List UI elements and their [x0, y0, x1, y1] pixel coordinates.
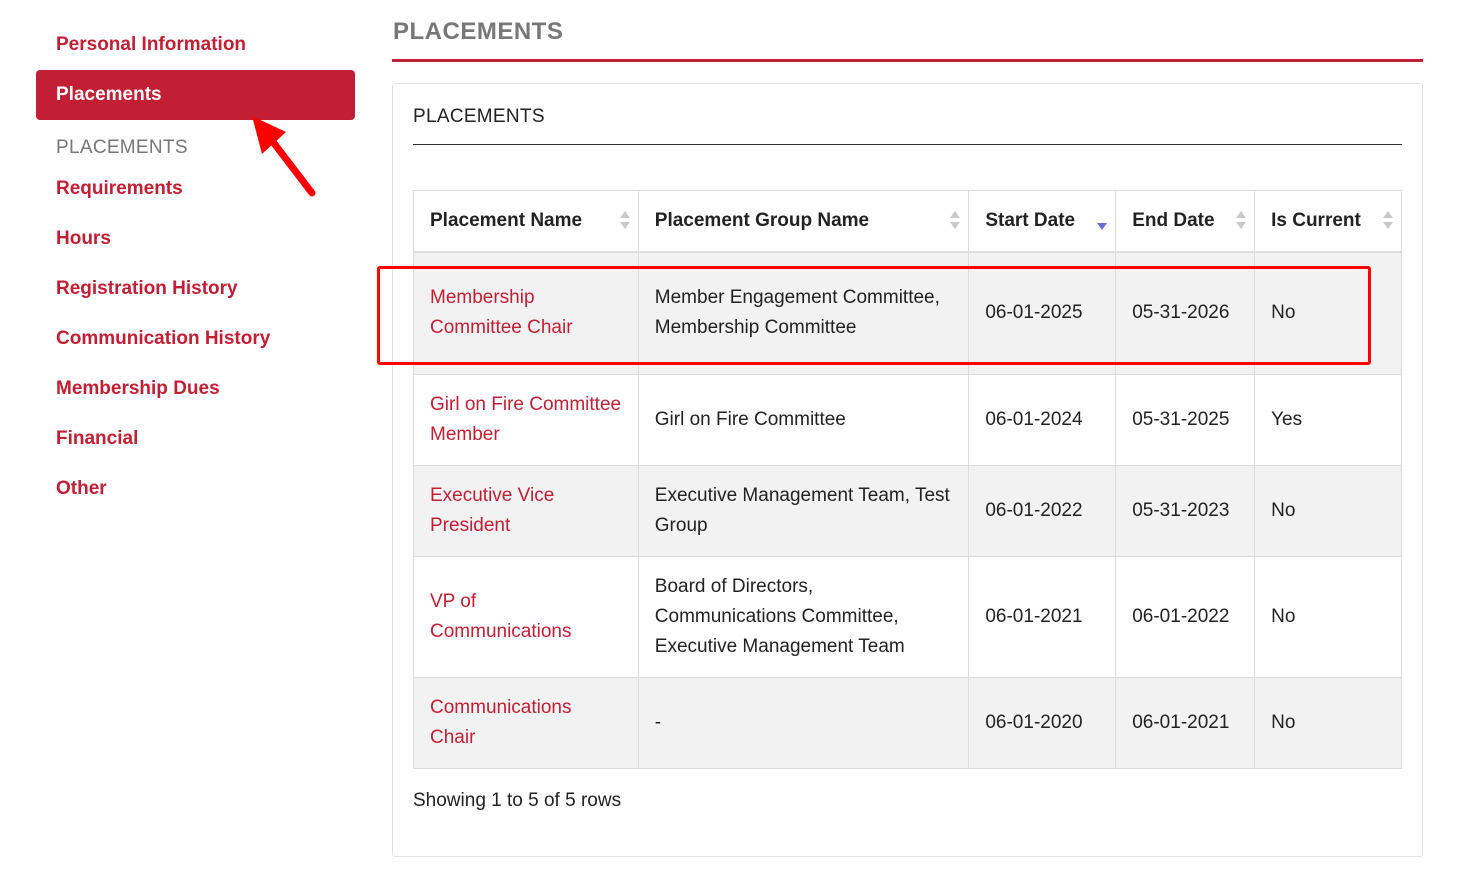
sort-icon	[1383, 211, 1393, 231]
sidebar-item-placements[interactable]: Placements	[36, 70, 355, 120]
start-date-cell: 06-01-2020	[968, 676, 1117, 769]
sidebar-section-label: PLACEMENTS	[56, 137, 188, 158]
end-date-cell: 05-31-2026	[1115, 251, 1256, 375]
end-date-cell: 05-31-2023	[1115, 464, 1256, 557]
placement-group-cell: -	[637, 676, 970, 769]
sidebar-item-other[interactable]: Other	[36, 470, 355, 520]
column-header-start-date[interactable]: Start Date	[968, 190, 1117, 253]
sort-icon	[619, 211, 630, 231]
table-row: Girl on Fire Committee Member Girl on Fi…	[413, 373, 1402, 466]
placement-group-cell: Executive Management Team, Test Group	[637, 464, 970, 557]
sort-desc-icon	[1097, 211, 1108, 231]
end-date-cell: 06-01-2022	[1115, 555, 1256, 678]
placement-name-link[interactable]: Membership Committee Chair	[413, 251, 639, 375]
sidebar-item-personal-information[interactable]: Personal Information	[36, 20, 355, 70]
sidebar-item-registration-history[interactable]: Registration History	[36, 270, 355, 320]
is-current-cell: No	[1254, 555, 1402, 678]
table-row: VP of Communications Board of Directors,…	[413, 555, 1402, 678]
is-current-cell: Yes	[1254, 373, 1402, 466]
column-header-label: Placement Group Name	[654, 210, 870, 231]
is-current-cell: No	[1254, 251, 1402, 375]
column-header-label: Start Date	[985, 210, 1076, 231]
sidebar-nav: Personal Information Placements PLACEMEN…	[36, 20, 355, 520]
placements-panel: PLACEMENTS Placement Name Placement Grou…	[392, 83, 1423, 857]
table-row: Membership Committee Chair Member Engage…	[413, 251, 1402, 375]
placement-group-cell: Board of Directors, Communications Commi…	[637, 555, 970, 678]
column-header-placement-name[interactable]: Placement Name	[413, 190, 639, 253]
start-date-cell: 06-01-2025	[968, 251, 1117, 375]
placements-table: Placement Name Placement Group Name Star…	[413, 190, 1402, 769]
placement-name-link[interactable]: Executive Vice President	[413, 464, 639, 557]
placement-group-cell: Girl on Fire Committee	[637, 373, 970, 466]
end-date-cell: 06-01-2021	[1115, 676, 1256, 769]
placement-name-link[interactable]: VP of Communications	[413, 555, 639, 678]
sort-icon	[1236, 211, 1247, 231]
panel-title: PLACEMENTS	[413, 106, 545, 127]
column-header-placement-group-name[interactable]: Placement Group Name	[637, 190, 970, 253]
start-date-cell: 06-01-2021	[968, 555, 1117, 678]
placement-name-link[interactable]: Girl on Fire Committee Member	[413, 373, 639, 466]
is-current-cell: No	[1254, 676, 1402, 769]
sidebar-item-financial[interactable]: Financial	[36, 420, 355, 470]
column-header-label: Placement Name	[430, 210, 583, 231]
column-header-label: Is Current	[1271, 210, 1361, 231]
sort-icon	[950, 211, 961, 231]
sidebar-item-hours[interactable]: Hours	[36, 220, 355, 270]
panel-divider	[413, 144, 1402, 145]
table-row: Communications Chair - 06-01-2020 06-01-…	[413, 676, 1402, 769]
sidebar-item-requirements[interactable]: Requirements	[36, 170, 355, 220]
sidebar-item-communication-history[interactable]: Communication History	[36, 320, 355, 370]
start-date-cell: 06-01-2022	[968, 464, 1117, 557]
end-date-cell: 05-31-2025	[1115, 373, 1256, 466]
placement-group-cell: Member Engagement Committee, Membership …	[637, 251, 970, 375]
page-title: PLACEMENTS	[393, 18, 564, 45]
pagination-summary: Showing 1 to 5 of 5 rows	[413, 790, 622, 811]
is-current-cell: No	[1254, 464, 1402, 557]
column-header-is-current[interactable]: Is Current	[1254, 190, 1402, 253]
start-date-cell: 06-01-2024	[968, 373, 1117, 466]
sidebar-item-membership-dues[interactable]: Membership Dues	[36, 370, 355, 420]
placement-name-link[interactable]: Communications Chair	[413, 676, 639, 769]
table-header-row: Placement Name Placement Group Name Star…	[413, 190, 1402, 253]
table-row: Executive Vice President Executive Manag…	[413, 464, 1402, 557]
column-header-label: End Date	[1132, 210, 1215, 231]
title-divider	[392, 59, 1423, 62]
column-header-end-date[interactable]: End Date	[1115, 190, 1256, 253]
